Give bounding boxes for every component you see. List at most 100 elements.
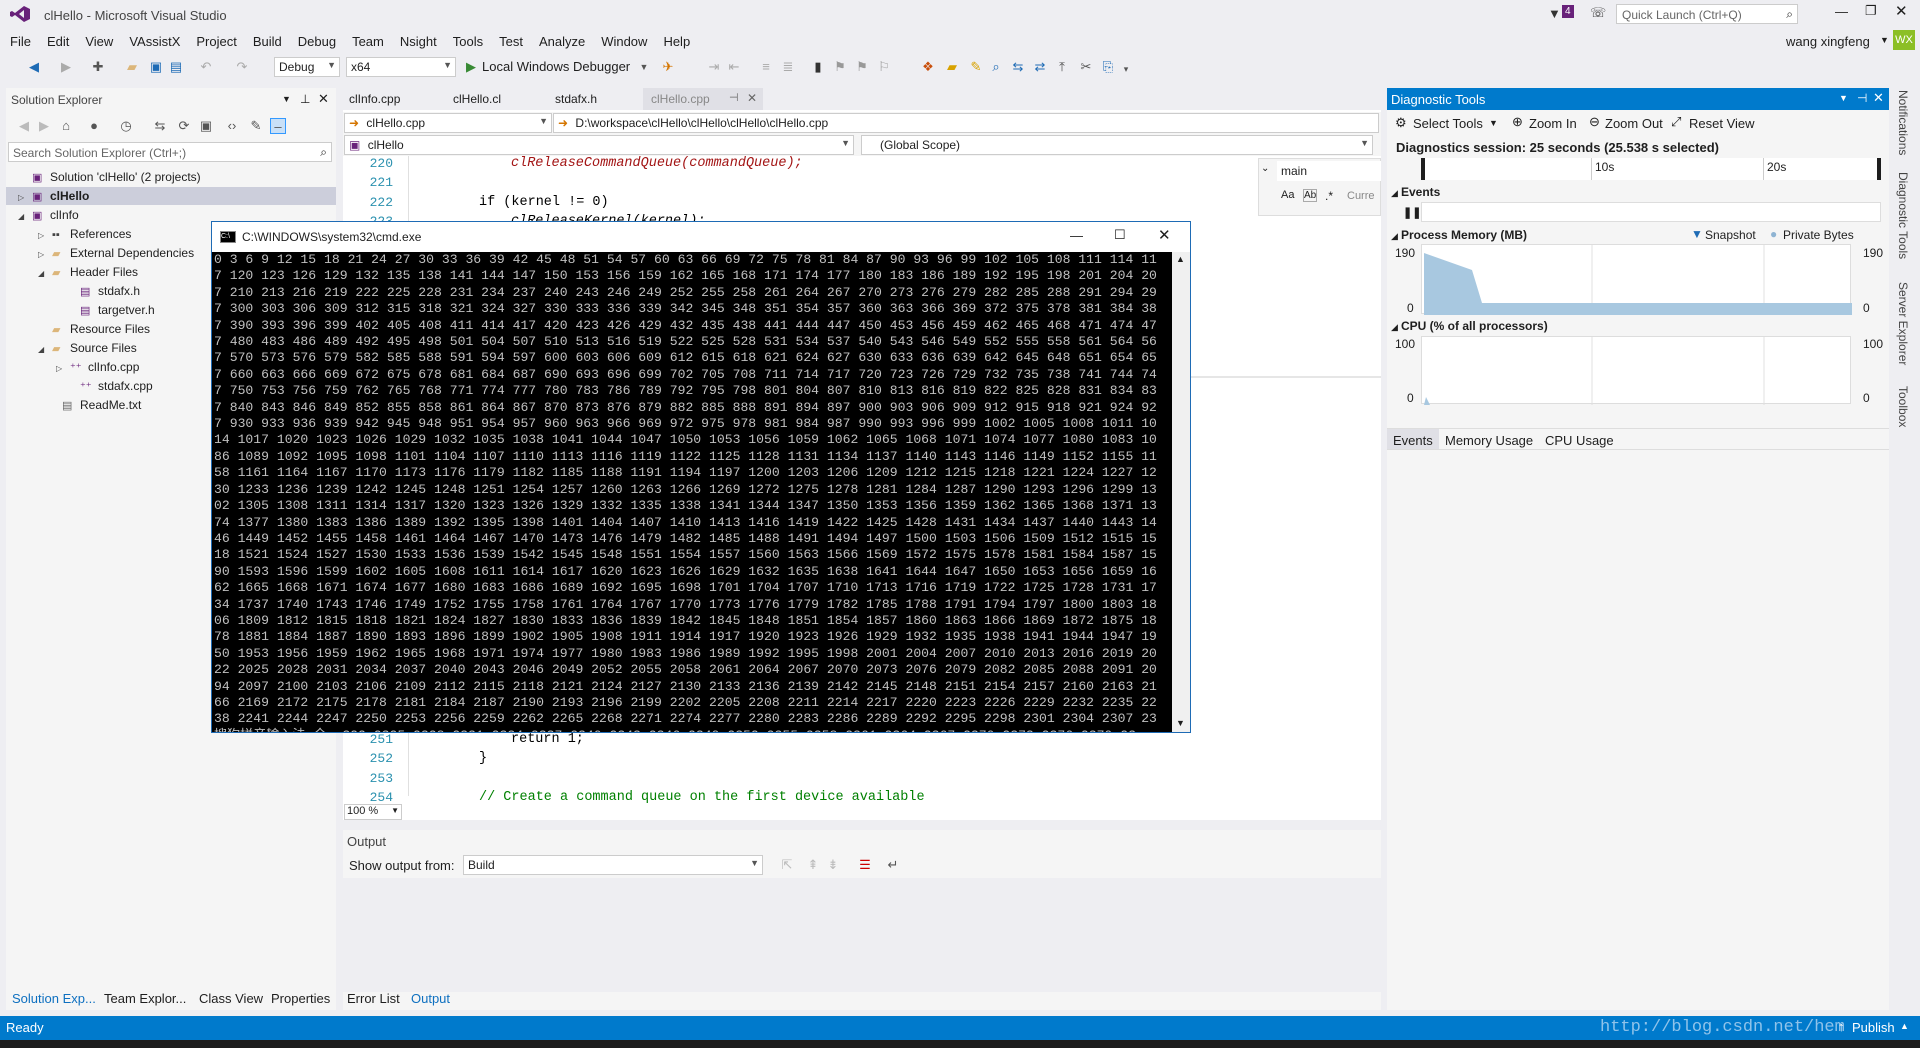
side-tab-diagnostic-tools[interactable]: Diagnostic Tools	[1896, 172, 1910, 259]
tab-solution-explorer[interactable]: Solution Exp...	[12, 991, 96, 1006]
menu-analyze[interactable]: Analyze	[531, 30, 593, 53]
pause-icon[interactable]: ❚❚	[1403, 206, 1421, 219]
zoom-in-icon[interactable]: ⊕	[1512, 114, 1523, 130]
clear-bookmark-icon[interactable]: ⚐	[876, 59, 892, 75]
side-tab-toolbox[interactable]: Toolbox	[1896, 386, 1910, 427]
zoom-out-icon[interactable]: ⊖	[1589, 114, 1600, 130]
timeline-end-handle[interactable]	[1877, 158, 1881, 180]
find-input[interactable]: main	[1277, 161, 1381, 181]
notification-badge[interactable]: 4	[1562, 5, 1574, 18]
collapsed-arrow-icon[interactable]: ▷	[38, 246, 52, 264]
menu-team[interactable]: Team	[344, 30, 392, 53]
open-file-icon[interactable]: ▰	[124, 59, 140, 75]
pin-icon[interactable]: ⊣	[1857, 91, 1867, 105]
play-icon[interactable]: ▶	[463, 59, 479, 75]
tab-memory-usage[interactable]: Memory Usage	[1445, 433, 1533, 448]
menu-test[interactable]: Test	[491, 30, 531, 53]
bookmark-icon[interactable]: ▮	[810, 59, 826, 75]
step-icon[interactable]: ⇥	[706, 59, 722, 75]
save-icon[interactable]: ▣	[148, 59, 164, 75]
menu-nsight[interactable]: Nsight	[392, 30, 445, 53]
back-icon[interactable]: ◀	[26, 59, 42, 75]
va-icon-7[interactable]: ⤒	[1054, 59, 1070, 75]
wrench-icon[interactable]: ✎	[248, 118, 264, 134]
menu-debug[interactable]: Debug	[290, 30, 344, 53]
menu-vassistx[interactable]: VAssistX	[121, 30, 188, 53]
select-tools-button[interactable]: Select Tools	[1413, 116, 1483, 131]
user-dropdown-icon[interactable]: ▼	[1880, 35, 1889, 45]
tab-cpu-usage[interactable]: CPU Usage	[1545, 433, 1614, 448]
menu-view[interactable]: View	[77, 30, 121, 53]
close-button[interactable]: ✕	[1895, 2, 1908, 20]
toolbar-overflow-icon[interactable]: ▾	[1118, 61, 1134, 77]
collapsed-arrow-icon[interactable]: ▷	[38, 227, 52, 245]
zoom-in-button[interactable]: Zoom In	[1529, 116, 1577, 131]
attach-icon[interactable]: ✈	[660, 59, 676, 75]
chevron-up-icon[interactable]: ▲	[1900, 1021, 1909, 1031]
cmd-output[interactable]: 0 3 6 9 12 15 18 21 24 27 30 33 36 39 42…	[212, 252, 1170, 732]
tab-class-view[interactable]: Class View	[199, 991, 263, 1006]
panel-dropdown-icon[interactable]: ▼	[1839, 93, 1848, 103]
zoom-combo[interactable]: 100 % ▼	[344, 804, 402, 820]
code-line[interactable]: }	[479, 751, 487, 766]
search-icon[interactable]: ⌕	[1786, 7, 1793, 22]
cpu-chart[interactable]	[1421, 336, 1851, 405]
next-message-icon[interactable]: ⇟	[825, 857, 841, 873]
publish-button[interactable]: Publish	[1852, 1020, 1895, 1035]
path-combo[interactable]: ➜ D:\workspace\clHello\clHello\clHello\c…	[553, 113, 1379, 133]
platform-combo[interactable]: x64 ▼	[346, 57, 456, 77]
cmd-window[interactable]: C:\ C:\WINDOWS\system32\cmd.exe — ☐ ✕ 0 …	[211, 221, 1191, 733]
code-line[interactable]: clReleaseCommandQueue(commandQueue);	[511, 156, 803, 171]
tab-clhello-cl[interactable]: clHello.cl	[447, 88, 507, 110]
back-icon[interactable]: ◀	[16, 118, 32, 134]
side-tab-server-explorer[interactable]: Server Explorer	[1896, 282, 1910, 365]
step-over-icon[interactable]: ⇤	[726, 59, 742, 75]
collapse-icon[interactable]: ◢	[1391, 231, 1398, 242]
undo-icon[interactable]: ↶	[198, 59, 214, 75]
preview-icon[interactable]: –	[270, 118, 286, 134]
forward-icon[interactable]: ▶	[58, 59, 74, 75]
zoom-out-button[interactable]: Zoom Out	[1605, 116, 1663, 131]
code-line[interactable]: return 1;	[511, 732, 584, 747]
menu-edit[interactable]: Edit	[39, 30, 77, 53]
prev-bookmark-icon[interactable]: ⚑	[832, 59, 848, 75]
find-scope[interactable]: Curre	[1347, 190, 1375, 202]
user-avatar[interactable]: WX	[1893, 30, 1915, 50]
history-icon[interactable]: ◷	[118, 118, 134, 134]
va-icon-9[interactable]: ⎘	[1100, 59, 1116, 75]
tab-output[interactable]: Output	[411, 991, 450, 1006]
uncomment-icon[interactable]: ≣	[780, 59, 796, 75]
whole-word-icon[interactable]: Ab	[1303, 189, 1318, 202]
close-panel-icon[interactable]: ✕	[1873, 90, 1884, 106]
prev-message-icon[interactable]: ⇞	[805, 857, 821, 873]
output-source-combo[interactable]: Build ▼	[463, 855, 763, 875]
menu-tools[interactable]: Tools	[445, 30, 491, 53]
pin-icon[interactable]: ⊥	[300, 92, 310, 106]
restore-button[interactable]: ❐	[1865, 3, 1877, 19]
collapse-icon[interactable]: ◢	[1391, 322, 1398, 333]
next-bookmark-icon[interactable]: ⚑	[854, 59, 870, 75]
tab-events[interactable]: Events	[1387, 429, 1439, 449]
user-name[interactable]: wang xingfeng	[1786, 34, 1870, 49]
global-scope-combo[interactable]: (Global Scope) ▼	[861, 135, 1373, 155]
expanded-arrow-icon[interactable]: ◢	[18, 208, 32, 226]
quick-launch-box[interactable]: Quick Launch (Ctrl+Q) ⌕	[1616, 4, 1798, 24]
close-panel-icon[interactable]: ✕	[318, 91, 329, 107]
vs-switch-icon[interactable]: ●	[86, 118, 102, 134]
close-tab-icon[interactable]: ✕	[747, 91, 757, 105]
solution-search-box[interactable]: Search Solution Explorer (Ctrl+;) ⌕	[8, 142, 332, 162]
new-project-icon[interactable]: ✚	[90, 59, 106, 75]
scroll-up-icon[interactable]: ▲	[1176, 254, 1185, 264]
collapse-icon[interactable]: ▣	[198, 118, 214, 134]
cmd-scrollbar[interactable]: ▲ ▼	[1172, 252, 1190, 732]
expanded-arrow-icon[interactable]: ◢	[38, 341, 52, 359]
collapse-icon[interactable]: ◢	[1391, 188, 1398, 199]
menu-help[interactable]: Help	[655, 30, 698, 53]
reset-view-button[interactable]: Reset View	[1689, 116, 1755, 131]
sync-icon[interactable]: ⇆	[152, 118, 168, 134]
find-expand-icon[interactable]: ⌄	[1261, 163, 1269, 174]
forward-icon[interactable]: ▶	[36, 118, 52, 134]
menu-file[interactable]: File	[2, 30, 39, 53]
tree-item-solution[interactable]: ▣ Solution 'clHello' (2 projects)	[6, 168, 336, 186]
va-icon-6[interactable]: ⇄	[1032, 59, 1048, 75]
